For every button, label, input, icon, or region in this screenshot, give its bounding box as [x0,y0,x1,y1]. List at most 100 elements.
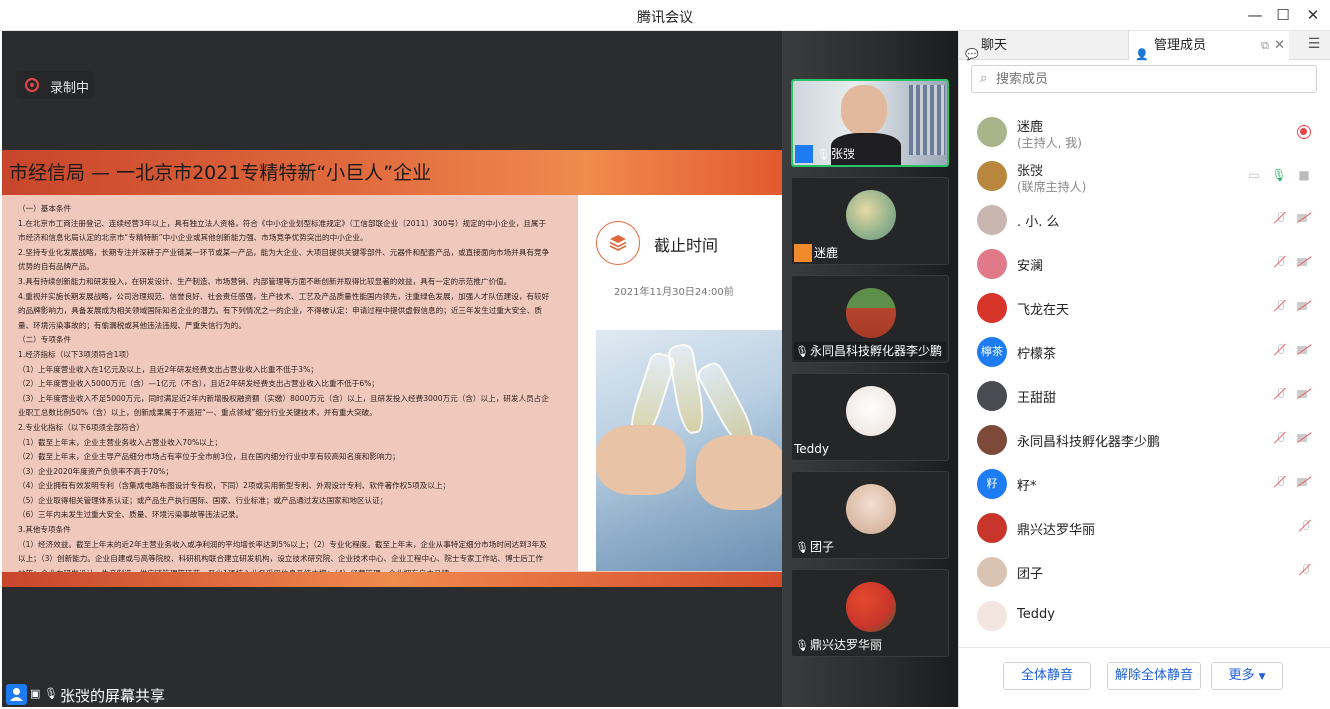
mic-muted-icon[interactable] [1271,475,1287,491]
avatar: 籽 [977,469,1007,499]
mic-icon[interactable]: 🎙 [1271,167,1287,183]
more-button[interactable]: 更多 ▼ [1211,662,1283,690]
member-row[interactable]: 檸茶 柠檬茶 [959,330,1330,374]
slide-text-line: （一）基本条件 [18,204,72,213]
camera-off-icon[interactable] [1296,211,1312,227]
bookshelf-shape [909,85,945,155]
slide-text-line: （3）企业2020年度资产负债率不高于70%； [18,466,173,476]
mic-muted-icon[interactable] [1271,255,1287,271]
camera-icon[interactable]: ■ [1296,167,1312,183]
mic-muted-icon[interactable] [1271,211,1287,227]
mic-muted-icon[interactable] [1271,387,1287,403]
shared-slide: 市经信局 — 一北京市2021专精特新“小巨人”企业 （一）基本条件 1.在北京市… [2,150,782,587]
recording-label: 录制中 [50,81,90,96]
member-name: 王甜甜 [1017,391,1057,406]
panel-tabs: 💬 聊天 👤 管理成员 ⧉ ✕ ☰ [959,31,1330,61]
mic-muted-icon[interactable] [1296,519,1312,535]
mic-muted-icon[interactable] [1271,343,1287,359]
unmute-all-button[interactable]: 解除全体静音 [1107,662,1201,690]
camera-off-icon[interactable] [1296,475,1312,491]
menu-icon[interactable]: ☰ [1303,36,1325,56]
avatar [977,249,1007,279]
member-search[interactable]: ⌕ [971,65,1317,93]
tab-chat[interactable]: 💬 聊天 [959,31,1129,61]
avatar [977,117,1007,147]
slide-text-line: 优势的自有品牌产品。 [18,262,94,272]
slide-text-line: （6）三年内未发生过重大安全、质量、环境污染事故等违法记录。 [18,510,244,520]
maximize-icon[interactable]: ☐ [1273,5,1293,25]
avatar [977,293,1007,323]
slide-text-line: 3.其他专项条件 [18,525,71,535]
member-row[interactable]: Teddy [959,594,1330,638]
slide-body-text: （一）基本条件 1.在北京市工商注册登记、连续经营3年以上，具有独立法人资格，符合… [18,202,586,581]
camera-off-icon[interactable] [1296,431,1312,447]
member-row[interactable]: 张弢 (联席主持人) ▭ 🎙 ■ [959,154,1330,198]
tile-label: 🎙永同昌科技孵化器李少鹏 [794,342,947,360]
video-tile[interactable]: 🎙鼎兴达罗华丽 [791,569,949,657]
member-row[interactable]: 籽籽* [959,462,1330,506]
slide-text-line: 的品牌影响力，具备发展成为相关领域国际知名企业的潜力。有下列情况之一的企业，不得… [18,306,542,316]
slide-text-line: 2.专业化指标（以下6项须全部符合） [18,422,144,432]
camera-off-icon[interactable] [1296,299,1312,315]
video-tile[interactable]: 🎙张弢 [791,79,949,167]
hand-shape [696,435,782,510]
mic-muted-icon[interactable] [1271,299,1287,315]
member-name: 籽* [1017,479,1037,494]
panel-actions: 全体静音 解除全体静音 更多 ▼ [959,647,1330,707]
member-name: 飞龙在天 [1017,303,1070,318]
camera-off-icon[interactable] [1296,387,1312,403]
avatar [846,190,896,240]
member-row[interactable]: 飞龙在天 [959,286,1330,330]
video-tile[interactable]: 🎙永同昌科技孵化器李少鹏 [791,275,949,363]
avatar [977,557,1007,587]
recording-icon [1297,125,1311,139]
member-row[interactable]: 鼎兴达罗华丽 [959,506,1330,550]
camera-off-icon[interactable] [1296,255,1312,271]
member-row[interactable]: 安澜 [959,242,1330,286]
member-row[interactable]: 王甜甜 [959,374,1330,418]
slide-title: 市经信局 — 一北京市2021专精特新“小巨人”企业 [9,162,432,184]
slide-text-line: （1）经济效益。截至上年末的近2年主营业务收入或净利润的平均增长率达到5%以上；… [18,539,547,549]
tile-name: 鼎兴达罗华丽 [810,638,883,652]
close-icon[interactable]: ✕ [1303,5,1323,25]
member-row[interactable]: 迷鹿 (主持人, 我) [959,110,1330,154]
slide-text-line: 1.在北京市工商注册登记、连续经营3年以上，具有独立法人资格，符合《中小企业划型… [18,218,547,228]
mute-all-button[interactable]: 全体静音 [1003,662,1091,690]
minimize-icon[interactable]: — [1245,5,1265,25]
member-name: 永同昌科技孵化器李少鹏 [1017,435,1161,450]
search-input[interactable] [996,70,1296,88]
avatar: 檸茶 [977,337,1007,367]
slide-text-line: 2.坚持专业化发展战略，长期专注并深耕于产业链某一环节或某一产品，能为大企业、大… [18,247,550,257]
more-label: 更多 [1228,668,1255,683]
avatar [846,288,896,338]
tile-label: 🎙鼎兴达罗华丽 [794,636,886,654]
screen-share-icon[interactable]: ▭ [1246,167,1262,183]
video-tile[interactable]: 迷鹿 [791,177,949,265]
video-tile[interactable]: Teddy [791,373,949,461]
title-bar: 腾讯会议 — ☐ ✕ [0,0,1330,31]
tab-members[interactable]: 👤 管理成员 ⧉ ✕ [1129,31,1289,61]
video-tile[interactable]: 🎙团子 [791,471,949,559]
slide-footer [2,572,782,587]
member-row[interactable]: 团子 [959,550,1330,594]
tile-name: 团子 [810,540,835,554]
avatar [846,386,896,436]
hand-shape [596,425,686,495]
popout-icon[interactable]: ⧉ [1261,31,1269,60]
mic-muted-icon[interactable] [1296,563,1312,579]
member-name: Teddy [1017,607,1055,622]
member-row[interactable]: . 小. 么 [959,198,1330,242]
camera-off-icon[interactable] [1296,343,1312,359]
recording-indicator[interactable]: 录制中 [16,71,94,99]
glass-shape [666,342,708,436]
shared-screen-stage: 录制中 市经信局 — 一北京市2021专精特新“小巨人”企业 （一）基本条件 1.… [2,31,782,707]
slide-text-line: （2）截至上年末，企业主导产品细分市场占有率位于全市前3位，且在国内细分行业中享… [18,452,400,462]
mic-muted-icon[interactable] [1271,431,1287,447]
mic-muted-icon: 🎙 [795,639,809,652]
member-name: 鼎兴达罗华丽 [1017,523,1096,538]
deadline-title: 截止时间 [654,236,719,255]
member-row[interactable]: 永同昌科技孵化器李少鹏 [959,418,1330,462]
deadline-card: 截止时间 2021年11月30日24:00前 [578,195,782,571]
close-tab-icon[interactable]: ✕ [1274,31,1285,60]
chevron-down-icon: ▼ [1258,672,1266,682]
